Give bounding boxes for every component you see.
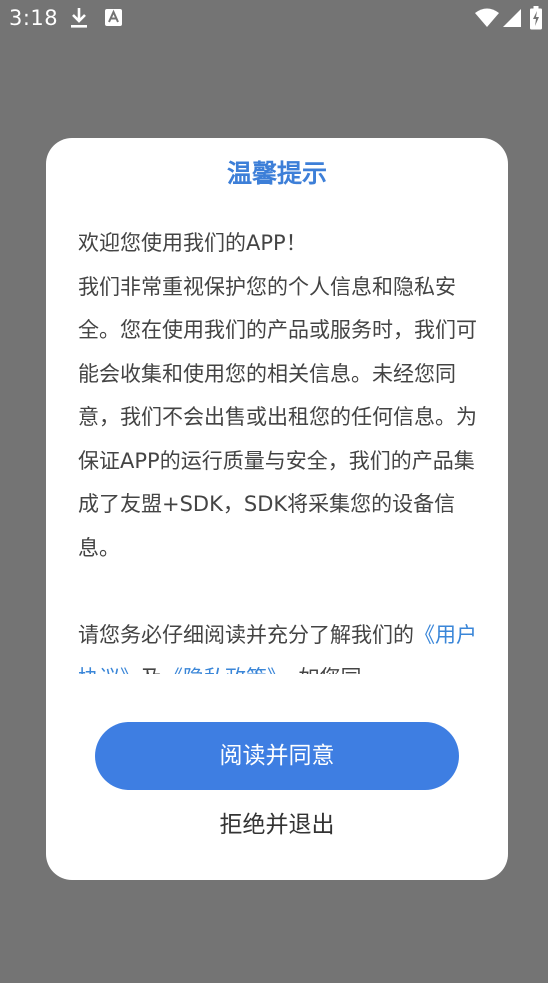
welcome-text: 欢迎您使用我们的APP！ — [78, 231, 307, 255]
dialog-body: 欢迎您使用我们的APP！ 我们非常重视保护您的个人信息和隐私安全。您在使用我们的… — [78, 222, 482, 674]
status-bar: 3:18 — [0, 0, 548, 36]
privacy-dialog: 温馨提示 欢迎您使用我们的APP！ 我们非常重视保护您的个人信息和隐私安全。您在… — [46, 138, 508, 880]
read-policy-tail: 。如您同 — [278, 666, 362, 674]
and-text: 及 — [141, 666, 162, 674]
battery-icon — [530, 6, 542, 34]
agree-button[interactable]: 阅读并同意 — [95, 722, 459, 790]
status-time: 3:18 — [9, 6, 59, 30]
a-icon — [104, 8, 124, 32]
wifi-icon — [474, 8, 500, 32]
privacy-notice-text: 我们非常重视保护您的个人信息和隐私安全。您在使用我们的产品或服务时，我们可能会收… — [78, 274, 477, 560]
download-icon — [69, 7, 89, 33]
read-policy-text: 请您务必仔细阅读并充分了解我们的《用户协议》及《隐私政策》。如您同 — [78, 614, 482, 675]
reject-button[interactable]: 拒绝并退出 — [137, 804, 417, 846]
read-policy-lead: 请您务必仔细阅读并充分了解我们的 — [78, 622, 414, 647]
dialog-title: 温馨提示 — [226, 159, 327, 188]
signal-icon — [502, 8, 522, 32]
privacy-policy-link[interactable]: 《隐私政策》 — [162, 666, 278, 674]
